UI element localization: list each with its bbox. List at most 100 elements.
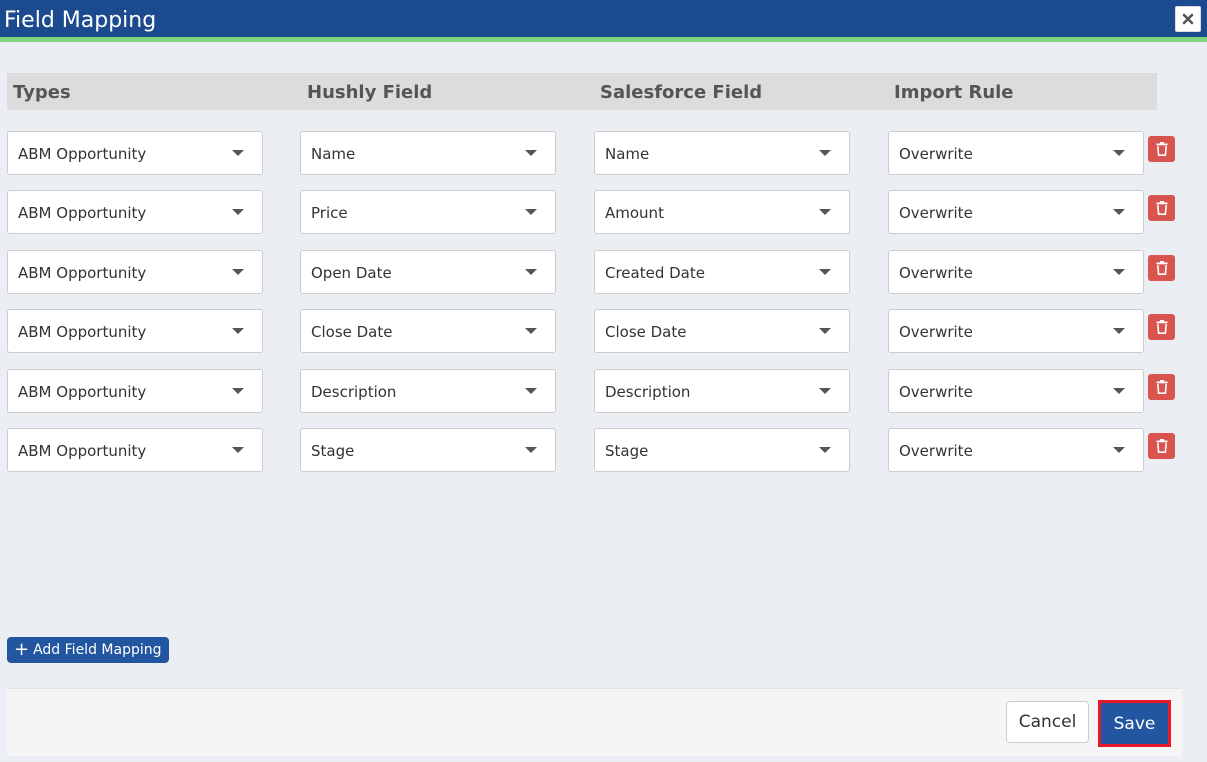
delete-row-button[interactable] bbox=[1148, 314, 1175, 340]
type-select-value: ABM Opportunity bbox=[18, 204, 147, 222]
hushly-field-select[interactable]: Price bbox=[300, 190, 556, 234]
caret-down-icon bbox=[525, 209, 537, 215]
caret-down-icon bbox=[232, 150, 244, 156]
hushly-field-select-value: Price bbox=[311, 204, 348, 222]
import-rule-select[interactable]: Overwrite bbox=[888, 190, 1144, 234]
import-rule-select[interactable]: Overwrite bbox=[888, 309, 1144, 353]
caret-down-icon bbox=[1113, 209, 1125, 215]
close-icon bbox=[1182, 13, 1194, 25]
salesforce-field-select[interactable]: Close Date bbox=[594, 309, 850, 353]
caret-down-icon bbox=[525, 328, 537, 334]
type-select-value: ABM Opportunity bbox=[18, 264, 147, 282]
import-rule-select[interactable]: Overwrite bbox=[888, 250, 1144, 294]
caret-down-icon bbox=[232, 209, 244, 215]
import-rule-select[interactable]: Overwrite bbox=[888, 369, 1144, 413]
hushly-field-select-value: Open Date bbox=[311, 264, 392, 282]
modal-header: Field Mapping bbox=[0, 0, 1207, 42]
caret-down-icon bbox=[525, 447, 537, 453]
caret-down-icon bbox=[819, 447, 831, 453]
caret-down-icon bbox=[819, 269, 831, 275]
caret-down-icon bbox=[1113, 328, 1125, 334]
hushly-field-select[interactable]: Open Date bbox=[300, 250, 556, 294]
hushly-field-select-value: Stage bbox=[311, 442, 355, 460]
trash-icon bbox=[1156, 261, 1167, 275]
delete-row-button[interactable] bbox=[1148, 433, 1175, 459]
trash-icon bbox=[1156, 439, 1167, 453]
salesforce-field-select-value: Amount bbox=[605, 204, 664, 222]
column-header-types: Types bbox=[13, 82, 71, 103]
type-select[interactable]: ABM Opportunity bbox=[7, 309, 263, 353]
caret-down-icon bbox=[525, 269, 537, 275]
type-select-value: ABM Opportunity bbox=[18, 383, 147, 401]
caret-down-icon bbox=[232, 388, 244, 394]
salesforce-field-select[interactable]: Created Date bbox=[594, 250, 850, 294]
mapping-row: ABM Opportunity Price Amount Overwrite bbox=[0, 190, 1207, 234]
mapping-row: ABM Opportunity Open Date Created Date Over… bbox=[0, 250, 1207, 294]
salesforce-field-select-value: Stage bbox=[605, 442, 649, 460]
caret-down-icon bbox=[1113, 269, 1125, 275]
column-header-import-rule: Import Rule bbox=[894, 82, 1014, 103]
close-button[interactable] bbox=[1175, 6, 1201, 32]
caret-down-icon bbox=[232, 328, 244, 334]
caret-down-icon bbox=[525, 150, 537, 156]
caret-down-icon bbox=[232, 447, 244, 453]
type-select[interactable]: ABM Opportunity bbox=[7, 369, 263, 413]
type-select[interactable]: ABM Opportunity bbox=[7, 428, 263, 472]
hushly-field-select-value: Name bbox=[311, 145, 356, 163]
hushly-field-select[interactable]: Name bbox=[300, 131, 556, 175]
delete-row-button[interactable] bbox=[1148, 136, 1175, 162]
hushly-field-select[interactable]: Stage bbox=[300, 428, 556, 472]
caret-down-icon bbox=[819, 388, 831, 394]
caret-down-icon bbox=[819, 328, 831, 334]
caret-down-icon bbox=[1113, 150, 1125, 156]
plus-icon: + bbox=[14, 639, 30, 660]
type-select-value: ABM Opportunity bbox=[18, 323, 147, 341]
modal-title: Field Mapping bbox=[4, 8, 157, 33]
salesforce-field-select-value: Close Date bbox=[605, 323, 687, 341]
trash-icon bbox=[1156, 320, 1167, 334]
caret-down-icon bbox=[525, 388, 537, 394]
hushly-field-select[interactable]: Close Date bbox=[300, 309, 556, 353]
salesforce-field-select[interactable]: Name bbox=[594, 131, 850, 175]
add-field-mapping-button[interactable]: + Add Field Mapping bbox=[7, 637, 169, 663]
trash-icon bbox=[1156, 201, 1167, 215]
import-rule-select-value: Overwrite bbox=[899, 323, 973, 341]
delete-row-button[interactable] bbox=[1148, 374, 1175, 400]
type-select-value: ABM Opportunity bbox=[18, 442, 147, 460]
type-select[interactable]: ABM Opportunity bbox=[7, 190, 263, 234]
type-select[interactable]: ABM Opportunity bbox=[7, 131, 263, 175]
salesforce-field-select[interactable]: Amount bbox=[594, 190, 850, 234]
column-header-hushly-field: Hushly Field bbox=[307, 82, 433, 103]
salesforce-field-select[interactable]: Description bbox=[594, 369, 850, 413]
type-select-value: ABM Opportunity bbox=[18, 145, 147, 163]
hushly-field-select-value: Description bbox=[311, 383, 397, 401]
column-header-salesforce-field: Salesforce Field bbox=[600, 82, 763, 103]
import-rule-select[interactable]: Overwrite bbox=[888, 428, 1144, 472]
save-button[interactable]: Save bbox=[1098, 700, 1171, 747]
column-header-row: Types Hushly Field Salesforce Field Impo… bbox=[7, 73, 1157, 110]
field-mapping-modal: Field Mapping Types Hushly Field Salesfo… bbox=[0, 0, 1207, 762]
mapping-row: ABM Opportunity Description Description Ove… bbox=[0, 369, 1207, 413]
salesforce-field-select[interactable]: Stage bbox=[594, 428, 850, 472]
caret-down-icon bbox=[819, 150, 831, 156]
import-rule-select[interactable]: Overwrite bbox=[888, 131, 1144, 175]
salesforce-field-select-value: Created Date bbox=[605, 264, 705, 282]
import-rule-select-value: Overwrite bbox=[899, 264, 973, 282]
type-select[interactable]: ABM Opportunity bbox=[7, 250, 263, 294]
caret-down-icon bbox=[819, 209, 831, 215]
hushly-field-select-value: Close Date bbox=[311, 323, 393, 341]
mapping-row: ABM Opportunity Name Name Overwrite bbox=[0, 131, 1207, 175]
import-rule-select-value: Overwrite bbox=[899, 442, 973, 460]
cancel-button[interactable]: Cancel bbox=[1006, 701, 1089, 743]
caret-down-icon bbox=[232, 269, 244, 275]
trash-icon bbox=[1156, 380, 1167, 394]
trash-icon bbox=[1156, 142, 1167, 156]
delete-row-button[interactable] bbox=[1148, 195, 1175, 221]
hushly-field-select[interactable]: Description bbox=[300, 369, 556, 413]
import-rule-select-value: Overwrite bbox=[899, 204, 973, 222]
salesforce-field-select-value: Description bbox=[605, 383, 691, 401]
caret-down-icon bbox=[1113, 388, 1125, 394]
delete-row-button[interactable] bbox=[1148, 255, 1175, 281]
import-rule-select-value: Overwrite bbox=[899, 145, 973, 163]
import-rule-select-value: Overwrite bbox=[899, 383, 973, 401]
